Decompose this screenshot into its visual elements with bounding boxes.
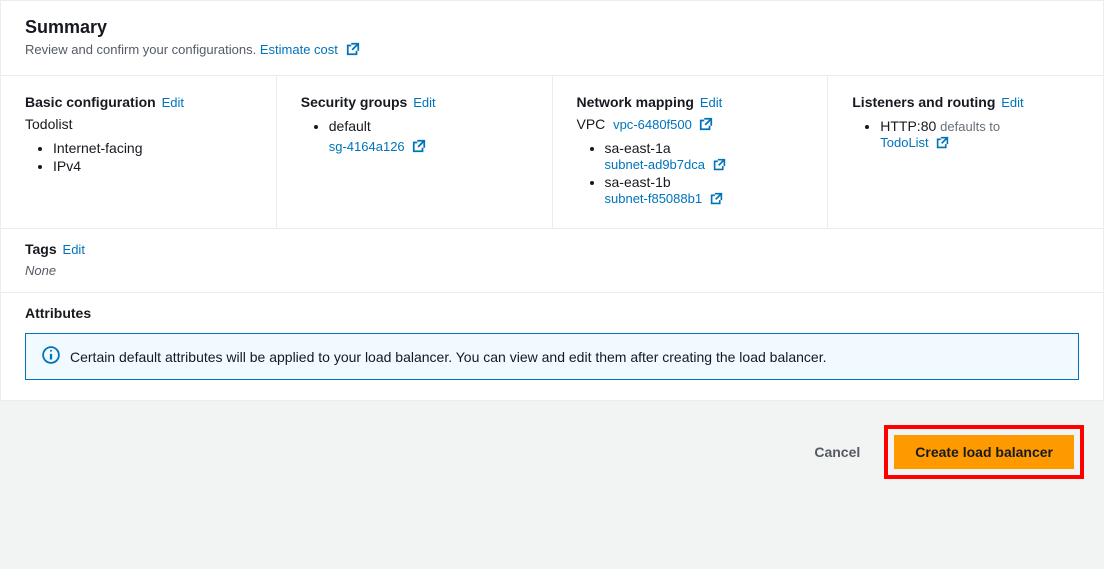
external-link-icon — [412, 139, 426, 153]
target-group-link[interactable]: TodoList — [880, 135, 950, 150]
vpc-row: VPC vpc-6480f500 — [577, 116, 804, 132]
listeners-edit-link[interactable]: Edit — [1001, 95, 1023, 110]
summary-subtitle: Review and confirm your configurations. … — [25, 42, 1079, 57]
cancel-button[interactable]: Cancel — [802, 436, 872, 468]
vpc-link[interactable]: vpc-6480f500 — [613, 117, 713, 132]
security-groups-heading: Security groups — [301, 94, 408, 110]
summary-panel: Summary Review and confirm your configur… — [0, 0, 1104, 401]
list-item: Internet-facing — [53, 140, 252, 156]
network-mapping-edit-link[interactable]: Edit — [700, 95, 722, 110]
external-link-icon — [699, 117, 713, 131]
security-group-link[interactable]: sg-4164a126 — [329, 139, 427, 154]
list-item: HTTP:80 defaults to TodoList — [880, 118, 1079, 150]
attributes-info-box: Certain default attributes will be appli… — [25, 333, 1079, 380]
external-link-icon — [936, 136, 950, 150]
list-item: sa-east-1b subnet-f85088b1 — [605, 174, 804, 206]
security-groups-edit-link[interactable]: Edit — [413, 95, 435, 110]
tags-heading: Tags — [25, 241, 57, 257]
listeners-list: HTTP:80 defaults to TodoList — [852, 118, 1079, 150]
attributes-heading: Attributes — [25, 305, 91, 321]
summary-title: Summary — [25, 17, 1079, 38]
list-item: default — [329, 118, 528, 134]
attributes-section: Attributes Certain default attributes wi… — [1, 292, 1103, 400]
highlight-annotation: Create load balancer — [884, 425, 1084, 479]
basic-config-column: Basic configuration Edit Todolist Intern… — [1, 76, 276, 228]
tags-section: Tags Edit None — [1, 228, 1103, 292]
external-link-icon — [710, 192, 724, 206]
basic-config-list: Internet-facing IPv4 — [25, 140, 252, 174]
info-icon — [42, 346, 60, 367]
basic-config-name: Todolist — [25, 116, 252, 132]
basic-config-edit-link[interactable]: Edit — [162, 95, 184, 110]
list-item: sa-east-1a subnet-ad9b7dca — [605, 140, 804, 172]
subnet-link[interactable]: subnet-f85088b1 — [605, 191, 724, 206]
external-link-icon — [346, 42, 360, 56]
summary-columns: Basic configuration Edit Todolist Intern… — [1, 75, 1103, 228]
estimate-cost-link[interactable]: Estimate cost — [260, 42, 360, 57]
create-load-balancer-button[interactable]: Create load balancer — [894, 435, 1074, 469]
security-groups-column: Security groups Edit default sg-4164a126 — [276, 76, 552, 228]
footer-actions: Cancel Create load balancer — [0, 401, 1104, 495]
subnet-link[interactable]: subnet-ad9b7dca — [605, 157, 727, 172]
tags-edit-link[interactable]: Edit — [63, 242, 85, 257]
summary-header: Summary Review and confirm your configur… — [1, 1, 1103, 75]
attributes-info-text: Certain default attributes will be appli… — [70, 349, 827, 365]
subnets-list: sa-east-1a subnet-ad9b7dca sa-east-1b su… — [577, 140, 804, 206]
external-link-icon — [713, 158, 727, 172]
network-mapping-column: Network mapping Edit VPC vpc-6480f500 sa… — [552, 76, 828, 228]
listeners-heading: Listeners and routing — [852, 94, 995, 110]
security-groups-list: default — [301, 118, 528, 134]
list-item: IPv4 — [53, 158, 252, 174]
listeners-column: Listeners and routing Edit HTTP:80 defau… — [827, 76, 1103, 228]
basic-config-heading: Basic configuration — [25, 94, 156, 110]
network-mapping-heading: Network mapping — [577, 94, 694, 110]
tags-none: None — [25, 263, 1079, 278]
